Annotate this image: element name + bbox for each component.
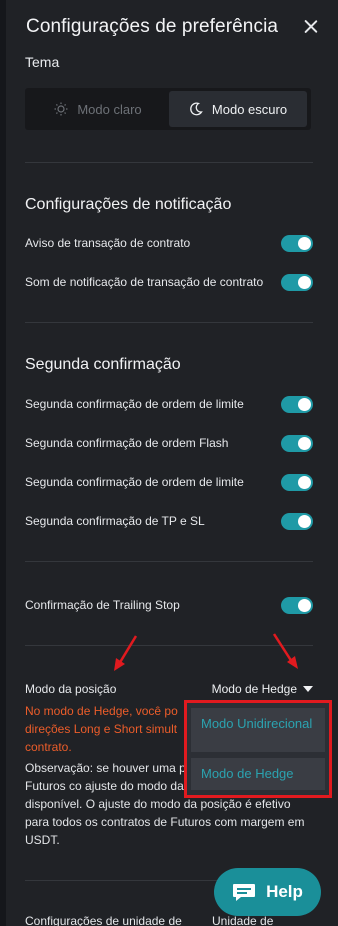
setting-label: Segunda confirmação de ordem de limite (25, 475, 244, 489)
theme-option-dark[interactable]: Modo escuro (169, 91, 307, 127)
setting-row-limit-order-1: Segunda confirmação de ordem de limite (25, 393, 313, 415)
position-mode-value: Modo de Hedge (211, 682, 297, 696)
dropdown-option-one-way[interactable]: Modo Unidirecional (191, 708, 325, 752)
theme-option-dark-label: Modo escuro (211, 101, 288, 117)
setting-row-tp-sl: Segunda confirmação de TP e SL (25, 510, 313, 532)
divider (25, 561, 313, 562)
setting-label: Confirmação de Trailing Stop (25, 598, 180, 612)
setting-row-flash-order: Segunda confirmação de ordem Flash (25, 432, 313, 454)
panel-title: Configurações de preferência (26, 16, 279, 37)
setting-row-limit-order-2: Segunda confirmação de ordem de limite (25, 471, 313, 493)
divider (25, 322, 313, 323)
theme-option-light[interactable]: Modo claro (29, 91, 167, 127)
contract-sound-toggle[interactable] (281, 273, 313, 291)
setting-label: Segunda confirmação de TP e SL (25, 514, 205, 528)
red-arrow-annotation (272, 633, 298, 669)
limit-order-confirm-toggle[interactable] (281, 395, 313, 413)
theme-option-light-label: Modo claro (77, 101, 142, 117)
setting-row-contract-alert: Aviso de transação de contrato (25, 232, 313, 254)
panel-header: Configurações de preferência (26, 12, 322, 42)
moon-icon (190, 102, 203, 116)
red-arrow-annotation (114, 635, 138, 671)
contract-alert-toggle[interactable] (281, 234, 313, 252)
close-icon[interactable] (300, 16, 322, 38)
sun-icon (54, 102, 68, 116)
position-mode-dropdown: Modo Unidirecional Modo de Hedge (184, 700, 332, 798)
notification-section-title: Configurações de notificação (25, 196, 232, 213)
tp-sl-confirm-toggle[interactable] (281, 512, 313, 530)
theme-switch: Modo claro Modo escuro (25, 88, 311, 130)
hedge-warning-text: No modo de Hedge, você po direções Long … (25, 704, 178, 754)
preferences-panel: Configurações de preferência Tema Modo c… (6, 0, 338, 926)
setting-label: Segunda confirmação de ordem de limite (25, 397, 244, 411)
trailing-stop-toggle[interactable] (281, 596, 313, 614)
position-mode-select[interactable]: Modo de Hedge (212, 682, 313, 696)
theme-label: Tema (25, 54, 60, 70)
position-mode-row: Modo da posição Modo de Hedge (25, 679, 313, 699)
setting-row-contract-sound: Som de notificação de transação de contr… (25, 271, 313, 293)
setting-label: Som de notificação de transação de contr… (25, 275, 264, 289)
chat-icon (233, 883, 256, 901)
limit-order-confirm-toggle-2[interactable] (281, 473, 313, 491)
divider (25, 162, 313, 163)
flash-order-confirm-toggle[interactable] (281, 434, 313, 452)
confirmation-section-title: Segunda confirmação (25, 356, 181, 373)
setting-row-trailing-stop: Confirmação de Trailing Stop (25, 594, 313, 616)
setting-label: Segunda confirmação de ordem Flash (25, 436, 229, 450)
dropdown-option-hedge[interactable]: Modo de Hedge (191, 758, 325, 790)
help-button[interactable]: Help (214, 868, 321, 916)
position-mode-label: Modo da posição (25, 682, 117, 696)
setting-label: Aviso de transação de contrato (25, 236, 191, 250)
caret-down-icon (303, 686, 313, 692)
help-label: Help (266, 882, 303, 901)
unit-settings-label: Configurações de unidade de (25, 914, 182, 926)
